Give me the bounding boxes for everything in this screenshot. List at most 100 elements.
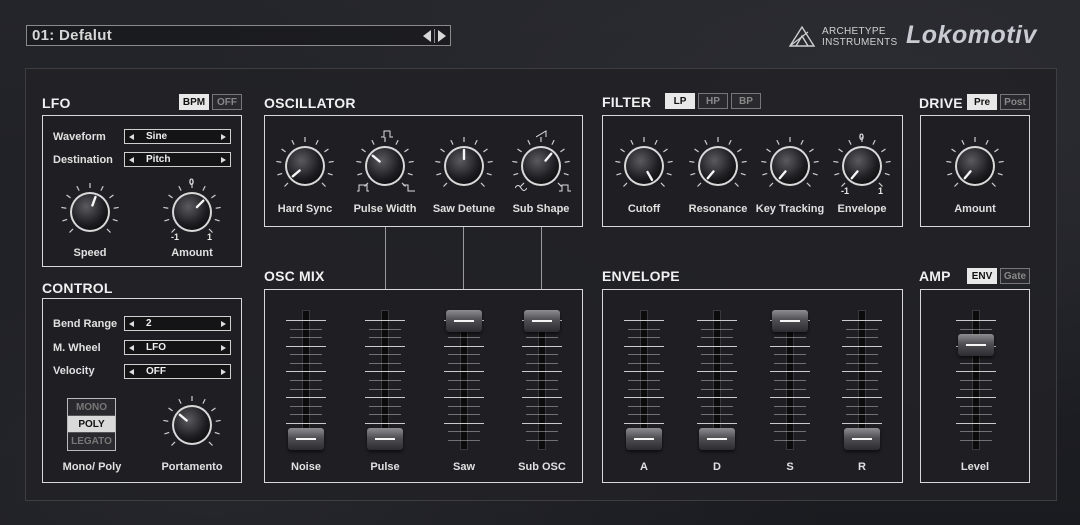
slider-tick: [697, 320, 737, 321]
waveform-select[interactable]: Sine: [124, 129, 231, 144]
lfo-bpm-toggle[interactable]: BPM: [179, 94, 209, 110]
filter-hp-toggle[interactable]: HP: [698, 93, 728, 109]
sub-osc-slider[interactable]: [520, 310, 564, 450]
select-left-arrow-icon[interactable]: [129, 156, 134, 163]
connector-line: [463, 227, 464, 289]
slider-tick: [448, 380, 480, 381]
slider-tick: [846, 414, 878, 416]
slider-handle[interactable]: [524, 310, 560, 332]
slider-tick: [774, 380, 806, 381]
mono-poly-selector[interactable]: MONO POLY LEGATO: [67, 398, 116, 451]
slider-handle[interactable]: [626, 428, 662, 450]
amp-gate-toggle[interactable]: Gate: [1000, 268, 1030, 284]
amp-env-toggle[interactable]: ENV: [967, 268, 997, 284]
slider-tick: [448, 388, 480, 390]
slider-tick: [290, 337, 322, 339]
connector-line: [385, 227, 386, 289]
slider-tick: [846, 328, 878, 330]
velocity-select[interactable]: OFF: [124, 364, 231, 379]
select-left-arrow-icon[interactable]: [129, 133, 134, 140]
slider-tick: [846, 354, 878, 356]
slider-tick: [770, 371, 810, 373]
slider-tick: [369, 388, 401, 390]
velocity-label: Velocity: [53, 365, 95, 377]
slider-tick: [628, 388, 660, 390]
noise-slider[interactable]: [284, 310, 328, 450]
slider-tick: [369, 405, 401, 407]
mode-poly-option[interactable]: POLY: [68, 416, 115, 433]
preset-selector[interactable]: 01: Defalut: [26, 25, 451, 46]
saw-slider[interactable]: [442, 310, 486, 450]
slider-tick: [448, 431, 480, 433]
destination-select[interactable]: Pitch: [124, 152, 231, 167]
lfo-speed-knob[interactable]: [58, 180, 122, 244]
saw-detune-knob[interactable]: [432, 134, 496, 198]
resonance-knob[interactable]: [686, 134, 750, 198]
sustain-slider[interactable]: [768, 310, 812, 450]
filter-env-max: 1: [878, 186, 884, 196]
bend-range-select[interactable]: 2: [124, 316, 231, 331]
slider-handle[interactable]: [772, 310, 808, 332]
slider-handle[interactable]: [844, 428, 880, 450]
slider-handle[interactable]: [367, 428, 403, 450]
slider-tick: [290, 414, 322, 416]
lfo-off-toggle[interactable]: OFF: [212, 94, 242, 110]
level-slider[interactable]: [954, 310, 998, 450]
filter-bp-toggle[interactable]: BP: [731, 93, 761, 109]
lfo-title: LFO: [42, 95, 71, 111]
select-right-arrow-icon[interactable]: [221, 133, 226, 140]
key-tracking-knob[interactable]: [758, 134, 822, 198]
select-left-arrow-icon[interactable]: [129, 344, 134, 351]
next-preset-icon[interactable]: [438, 30, 446, 42]
release-slider[interactable]: [840, 310, 884, 450]
slider-handle[interactable]: [958, 333, 994, 356]
mod-wheel-select[interactable]: LFO: [124, 340, 231, 355]
lfo-amount-min: -1: [171, 232, 180, 242]
slider-handle[interactable]: [699, 428, 735, 450]
hard-sync-knob[interactable]: [273, 134, 337, 198]
lfo-amount-knob[interactable]: [160, 180, 224, 244]
slider-tick: [369, 337, 401, 339]
drive-post-toggle[interactable]: Post: [1000, 94, 1030, 110]
slider-tick: [526, 362, 558, 364]
drive-pre-toggle[interactable]: Pre: [967, 94, 997, 110]
select-right-arrow-icon[interactable]: [221, 156, 226, 163]
prev-preset-icon[interactable]: [423, 30, 431, 42]
slider-tick: [701, 354, 733, 356]
filter-env-min: -1: [841, 186, 850, 196]
slider-tick: [522, 397, 562, 399]
filter-envelope-knob[interactable]: [830, 134, 894, 198]
select-right-arrow-icon[interactable]: [221, 368, 226, 375]
select-left-arrow-icon[interactable]: [129, 368, 134, 375]
select-left-arrow-icon[interactable]: [129, 320, 134, 327]
slider-tick: [697, 371, 737, 373]
slider-tick: [624, 371, 664, 373]
slider-tick: [774, 388, 806, 390]
drive-amount-knob[interactable]: [943, 134, 1007, 198]
saw-detune-label: Saw Detune: [432, 203, 496, 215]
slider-tick: [444, 422, 484, 424]
mode-legato-option[interactable]: LEGATO: [68, 433, 115, 450]
slider-tick: [846, 362, 878, 364]
slider-handle[interactable]: [288, 428, 324, 450]
slider-tick: [846, 405, 878, 407]
decay-slider[interactable]: [695, 310, 739, 450]
select-right-arrow-icon[interactable]: [221, 344, 226, 351]
mode-mono-option[interactable]: MONO: [68, 399, 115, 416]
slider-tick: [701, 388, 733, 390]
slider-tick: [369, 354, 401, 356]
lfo-amount-label: Amount: [171, 247, 213, 259]
select-right-arrow-icon[interactable]: [221, 320, 226, 327]
slider-tick: [846, 388, 878, 390]
slider-tick: [365, 371, 405, 373]
portamento-label: Portamento: [161, 461, 223, 473]
cutoff-knob[interactable]: [612, 134, 676, 198]
waveform-label: Waveform: [53, 131, 106, 143]
slider-handle[interactable]: [446, 310, 482, 332]
attack-slider[interactable]: [622, 310, 666, 450]
portamento-knob[interactable]: [160, 393, 224, 457]
pulse-slider[interactable]: [363, 310, 407, 450]
archetype-logo-icon: [788, 25, 816, 47]
filter-lp-toggle[interactable]: LP: [665, 93, 695, 109]
slider-tick: [369, 414, 401, 416]
